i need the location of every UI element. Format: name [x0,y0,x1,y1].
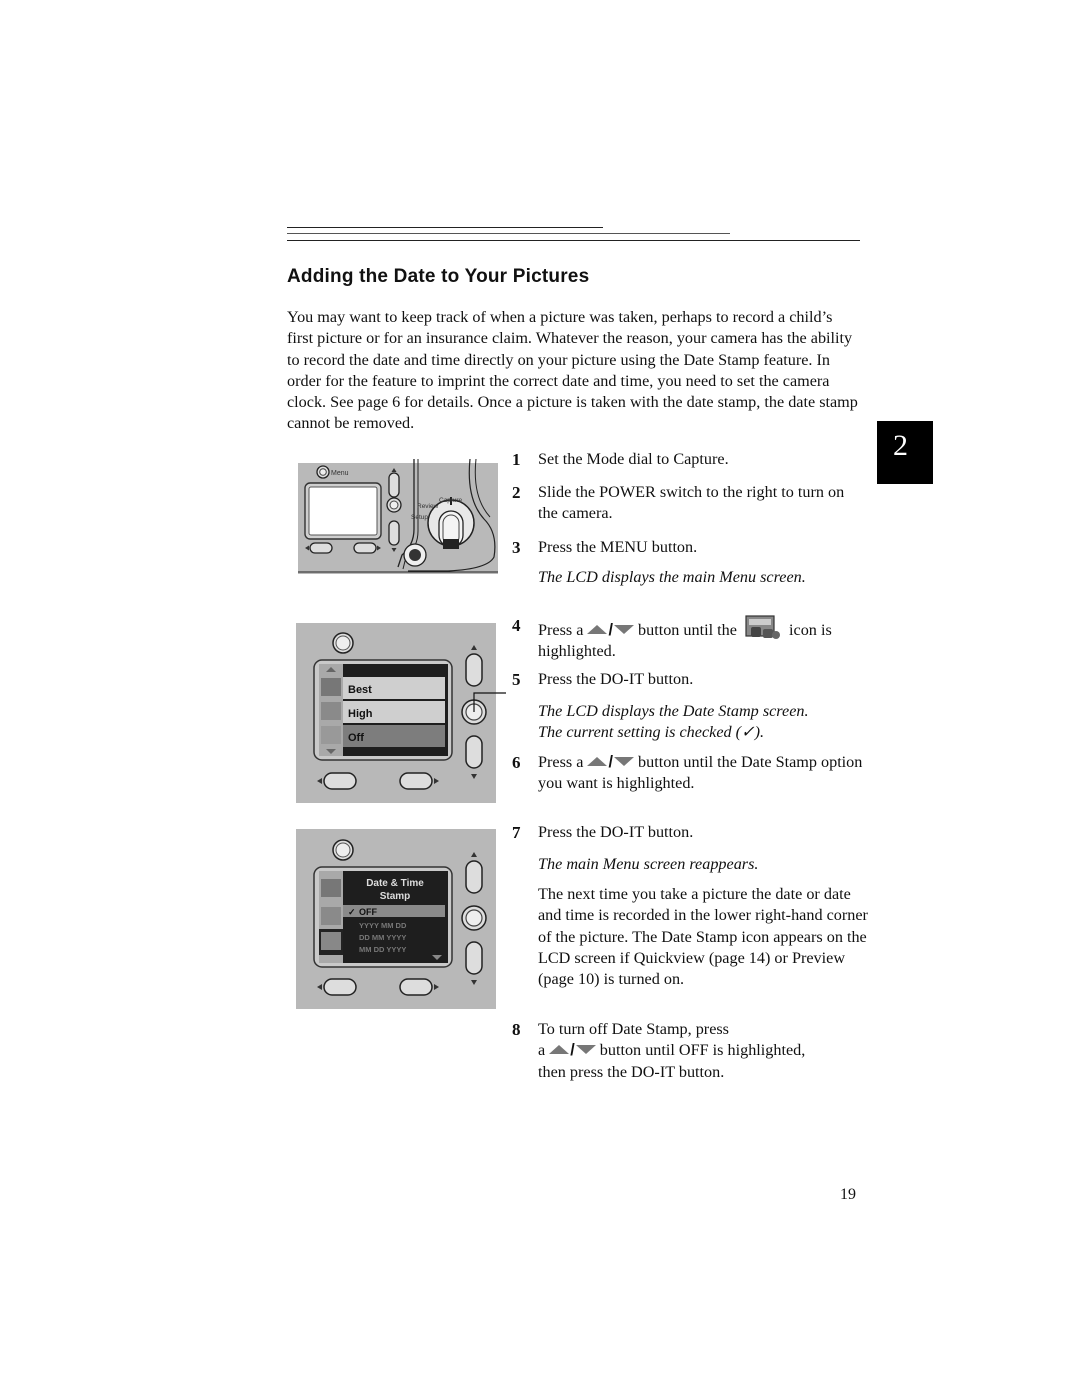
option-mm-dd-yyyy: MM DD YYYY [359,945,406,954]
down-arrow-icon [575,1045,596,1055]
right-button [399,772,433,790]
dial-label-review: Review [417,503,439,510]
dial-label-capture: Capture [439,497,463,504]
svg-text:Off: Off [348,732,364,744]
step-number: 3 [512,538,521,557]
note-line-2: The current setting is checked ( [538,723,742,742]
menu-button [316,465,330,479]
option-dd-mm-yyyy: DD MM YYYY [359,933,406,942]
step-number: 6 [512,753,521,772]
up-button [465,860,483,894]
svg-text:✓: ✓ [348,907,356,917]
step-number: 4 [512,616,521,635]
step-number: 2 [512,483,521,502]
down-arrow-icon [613,757,634,766]
slash-separator: / [570,1041,575,1060]
lcd-screen [308,486,378,536]
header-rule-long [287,240,860,241]
up-arrow-icon [587,625,608,634]
step-text-mid: button until the [638,621,737,639]
check-mark-icon: ✓ [741,723,755,742]
step-5-note: The LCD displays the Date Stamp screen. … [538,701,868,744]
step-number: 1 [512,450,521,469]
header-rule-medium [287,233,730,234]
step-text: Set the Mode dial to Capture. [538,450,729,468]
left-button [323,978,357,996]
svg-text:Best: Best [348,684,372,696]
note-line-1: The LCD displays the Date Stamp screen. [538,702,809,720]
camera-back-figure: Menu Capture Review Setup [298,458,498,582]
step-text-before: Press a [538,621,584,639]
main-menu-figure: Best High Off [296,623,516,810]
option-off-checked: ✓ OFF [343,905,445,917]
down-button [465,735,483,769]
lcd-title-line1: Date & Time [366,878,424,889]
step-text: Slide the POWER switch to the right to t… [538,483,845,523]
page-number: 19 [840,1186,856,1203]
menu-item-high: High [321,701,445,723]
down-button [388,520,400,546]
menu-label: Menu [331,470,349,477]
up-arrow-icon [587,757,608,766]
step-text-before: Press a [538,753,584,771]
menu-item-off-highlighted: Off [321,725,445,747]
lcd-title-line2: Stamp [380,891,411,902]
step-number: 5 [512,670,521,689]
chapter-tab: 2 [877,421,933,484]
up-button [465,653,483,687]
menu-item-best: Best [321,677,445,699]
section-title: Adding the Date to Your Pictures [287,266,590,287]
step-7-paragraph: The next time you take a picture the dat… [538,885,868,989]
down-button [465,941,483,975]
step-text-line1: To turn off Date Stamp, press [538,1020,729,1038]
date-stamp-icon [745,615,780,639]
left-button [323,772,357,790]
right-button [399,978,433,996]
step-text: Press the DO-IT button. [538,823,694,841]
option-yyyy-mm-dd: YYYY MM DD [359,921,407,930]
intro-paragraph: You may want to keep track of when a pic… [287,308,858,433]
step-text: Press the DO-IT button. [538,670,694,688]
date-stamp-figure: Date & Time Stamp ✓ OFF YYYY MM DD DD MM… [296,829,496,1016]
slash-separator: / [608,621,613,639]
up-button [388,472,400,498]
step-3-note: The LCD displays the main Menu screen. [538,568,806,586]
dial-label-setup: Setup [411,514,428,521]
step-text: Press the MENU button. [538,538,698,556]
svg-text:OFF: OFF [359,907,377,917]
slash-separator: / [608,753,613,771]
step-text-line3: then press the DO-IT button. [538,1062,725,1081]
svg-text:High: High [348,708,373,720]
right-button [353,542,377,554]
step-number: 8 [512,1020,521,1039]
chapter-number: 2 [893,429,908,462]
header-rule-short [287,227,603,228]
down-arrow-icon [613,625,634,634]
step-7-note: The main Menu screen reappears. [538,855,759,873]
up-arrow-icon [549,1045,570,1055]
step-number: 7 [512,823,521,842]
left-button [309,542,333,554]
